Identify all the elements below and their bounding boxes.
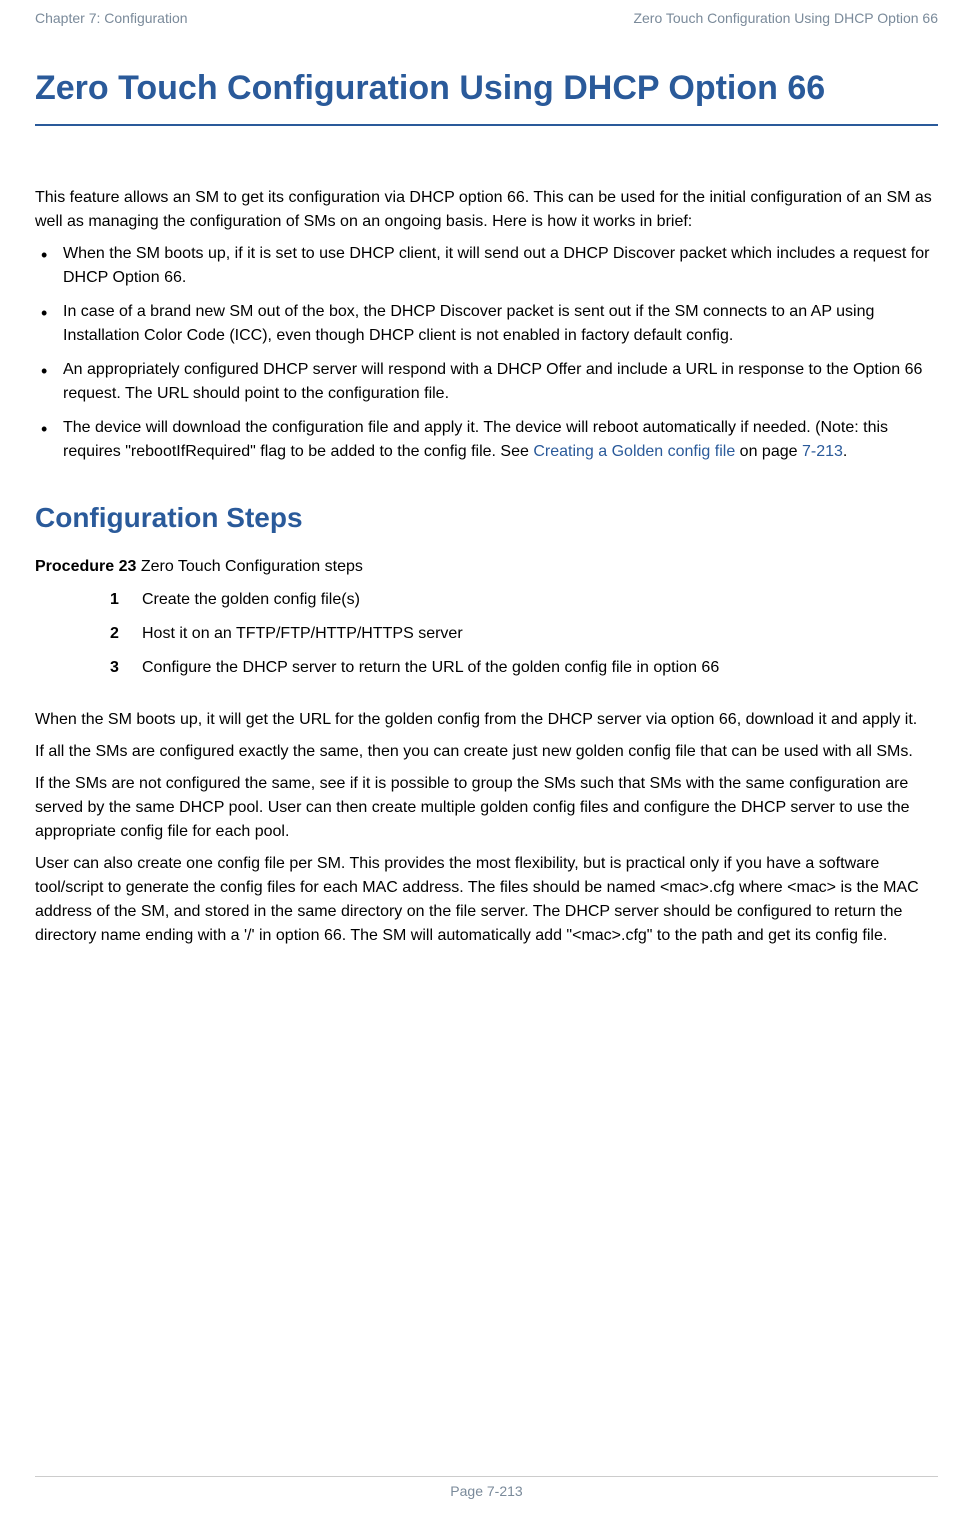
- bullet-text: .: [843, 443, 847, 460]
- link-page-ref[interactable]: 7-213: [802, 443, 843, 460]
- procedure-name: Zero Touch Configuration steps: [136, 558, 363, 575]
- bullet-list: When the SM boots up, if it is set to us…: [35, 242, 938, 464]
- bullet-item: The device will download the configurati…: [35, 416, 938, 464]
- footer-divider: [35, 1476, 938, 1477]
- bullet-item: When the SM boots up, if it is set to us…: [35, 242, 938, 290]
- page-title: Zero Touch Configuration Using DHCP Opti…: [35, 66, 938, 112]
- page-footer: Page 7-213: [0, 1476, 973, 1499]
- bullet-text: on page: [735, 443, 802, 460]
- procedure-number: Procedure 23: [35, 558, 136, 575]
- procedure-steps: 1 Create the golden config file(s) 2 Hos…: [110, 588, 938, 680]
- link-creating-golden-config[interactable]: Creating a Golden config file: [533, 443, 735, 460]
- step-number: 1: [110, 588, 142, 612]
- step-text: Configure the DHCP server to return the …: [142, 656, 719, 680]
- step-text: Create the golden config file(s): [142, 588, 360, 612]
- page-header: Chapter 7: Configuration Zero Touch Conf…: [35, 10, 938, 26]
- step-row: 1 Create the golden config file(s): [110, 588, 938, 612]
- step-number: 2: [110, 622, 142, 646]
- title-underline: [35, 124, 938, 126]
- bullet-item: An appropriately configured DHCP server …: [35, 358, 938, 406]
- step-number: 3: [110, 656, 142, 680]
- header-right: Zero Touch Configuration Using DHCP Opti…: [633, 10, 938, 26]
- header-left: Chapter 7: Configuration: [35, 10, 188, 26]
- body-paragraph: If the SMs are not configured the same, …: [35, 772, 938, 844]
- body-paragraph: User can also create one config file per…: [35, 852, 938, 948]
- bullet-item: In case of a brand new SM out of the box…: [35, 300, 938, 348]
- step-text: Host it on an TFTP/FTP/HTTP/HTTPS server: [142, 622, 463, 646]
- body-paragraph: When the SM boots up, it will get the UR…: [35, 708, 938, 732]
- step-row: 3 Configure the DHCP server to return th…: [110, 656, 938, 680]
- section-title-configuration-steps: Configuration Steps: [35, 502, 938, 534]
- intro-paragraph: This feature allows an SM to get its con…: [35, 186, 938, 234]
- body-paragraph: If all the SMs are configured exactly th…: [35, 740, 938, 764]
- page-number: Page 7-213: [450, 1483, 522, 1499]
- procedure-label: Procedure 23 Zero Touch Configuration st…: [35, 558, 938, 576]
- step-row: 2 Host it on an TFTP/FTP/HTTP/HTTPS serv…: [110, 622, 938, 646]
